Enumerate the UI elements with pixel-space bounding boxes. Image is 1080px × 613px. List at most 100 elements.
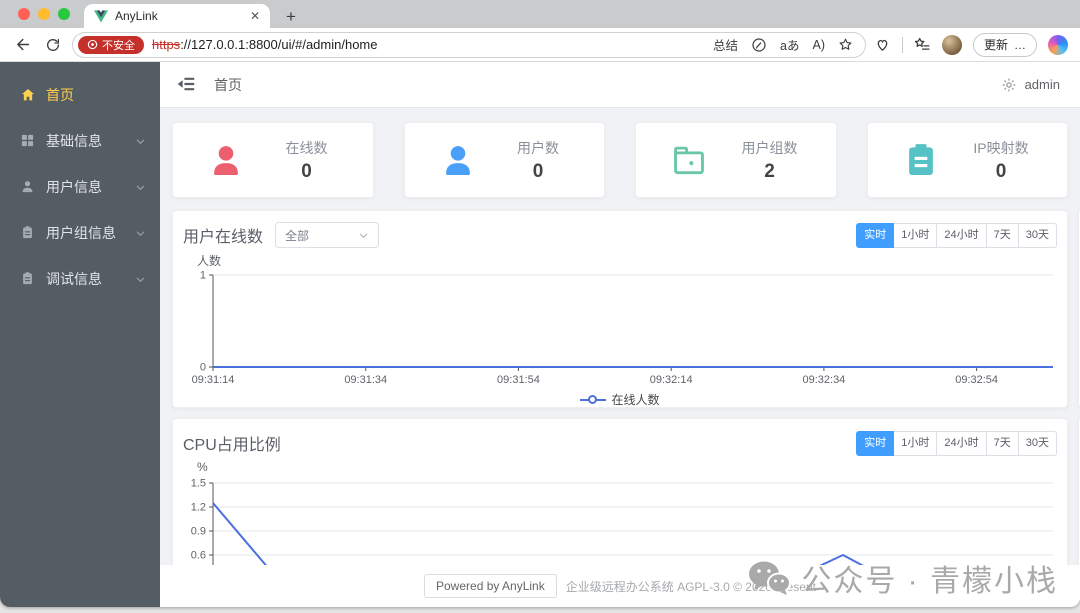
stat-label: IP映射数: [973, 139, 1029, 156]
time-button-30天[interactable]: 30天: [1018, 430, 1057, 456]
chart-legend: 在线人数: [183, 391, 1057, 408]
charts-row-1: 用户在线数 全部 实时 1小时 24小时 7天 30天 人数 0 1 09:31:14 09:31:3…: [172, 210, 1080, 408]
summarize-button[interactable]: 总结: [713, 35, 738, 54]
sidebar-item-label: 用户组信息: [46, 225, 116, 241]
username: admin: [1024, 77, 1060, 92]
stat-label: 用户数: [517, 139, 559, 156]
wechat-icon: [747, 560, 792, 596]
url-text: https://127.0.0.1:8800/ui/#/admin/home: [152, 37, 378, 52]
tab-title: AnyLink: [115, 9, 158, 23]
profile-avatar[interactable]: [941, 34, 962, 55]
time-button-24小时[interactable]: 24小时: [937, 222, 987, 248]
sidebar: 首页 基础信息用户信息用户组信息调试信息: [0, 62, 160, 607]
stat-card-2: 用户组数 2: [635, 122, 837, 198]
svg-text:09:32:14: 09:32:14: [650, 374, 693, 386]
users-online-chart: 0 1 09:31:14 09:31:34 09:31:54 09:32:14 09:32:…: [192, 270, 1053, 386]
watermark-text: 公众号 · 青檬小栈: [801, 565, 1058, 598]
reload-icon[interactable]: [42, 34, 64, 56]
url-rest: ://127.0.0.1:8800/ui/#/admin/home: [180, 37, 378, 52]
time-button-30天[interactable]: 30天: [1018, 222, 1057, 248]
time-button-7天[interactable]: 7天: [986, 430, 1019, 456]
svg-text:1.5: 1.5: [191, 478, 206, 490]
tab-bar: AnyLink ✕ +: [0, 0, 1080, 28]
stat-value: 0: [995, 160, 1007, 182]
vue-logo-icon: [94, 9, 108, 23]
sidebar-item-4[interactable]: 调试信息: [0, 256, 160, 302]
stat-cards-row: 在线数 0 用户数 0 用户组数 2 IP映射数 0: [172, 122, 1068, 198]
favorites-bar-icon[interactable]: [914, 36, 931, 53]
chart-title: 用户在线数: [183, 229, 264, 246]
translate-icon[interactable]: aあ: [780, 35, 799, 54]
svg-text:0.6: 0.6: [191, 550, 206, 562]
stat-value: 2: [764, 160, 775, 182]
anylink-app: 首页 基础信息 用户信息 用户组信息 调试信息 首页 admin 在线数 0 用户数 0 用户组…: [0, 62, 1080, 607]
compose-icon[interactable]: [751, 37, 767, 53]
legend-label[interactable]: 在线人数: [611, 391, 659, 408]
time-button-实时[interactable]: 实时: [856, 430, 895, 456]
stat-card-3: IP映射数 0: [866, 122, 1068, 198]
tab-close-icon[interactable]: ✕: [250, 9, 260, 23]
clipboard-icon: [20, 271, 36, 287]
browser-essentials-icon[interactable]: [874, 36, 891, 53]
zoom-window-button[interactable]: [58, 8, 70, 20]
dashboard-content: 在线数 0 用户数 0 用户组数 2 IP映射数 0 用户在线数 全部 实时 1小时 24小时 7天 30…: [160, 108, 1080, 607]
sidebar-item-3[interactable]: 用户组信息: [0, 210, 160, 256]
time-range-buttons: 实时 1小时 24小时 7天 30天: [856, 222, 1057, 248]
time-button-1小时[interactable]: 1小时: [894, 430, 938, 456]
sidebar-item-0[interactable]: 首页: [0, 72, 160, 118]
legend-marker: [580, 394, 607, 406]
url-scheme: https: [152, 37, 181, 52]
stat-card-0: 在线数 0: [172, 122, 374, 198]
svg-text:0: 0: [200, 362, 206, 374]
update-button[interactable]: 更新 …: [972, 32, 1037, 57]
cpu-header: CPU占用比例 实时 1小时 24小时 7天 30天: [183, 429, 1057, 457]
breadcrumb[interactable]: 首页: [214, 75, 242, 95]
time-button-24小时[interactable]: 24小时: [937, 430, 987, 456]
favorite-star-icon[interactable]: [838, 37, 853, 52]
time-button-1小时[interactable]: 1小时: [894, 222, 938, 248]
stat-value: 0: [532, 160, 544, 182]
svg-text:1.2: 1.2: [191, 502, 206, 514]
toolbar-divider: [901, 36, 903, 53]
copilot-icon[interactable]: [1048, 34, 1068, 55]
new-tab-button[interactable]: +: [286, 8, 296, 25]
users-online-header: 用户在线数 全部 实时 1小时 24小时 7天 30天: [183, 221, 1057, 249]
grid-icon: [20, 133, 36, 149]
stat-card-1: 用户数 0: [403, 122, 605, 198]
read-aloud-icon[interactable]: A): [812, 38, 825, 52]
home-icon: [20, 87, 36, 103]
powered-by-link[interactable]: Powered by AnyLink: [424, 574, 557, 598]
y-axis-unit: %: [197, 460, 208, 474]
chevron-down-icon: [135, 228, 146, 239]
more-icon: …: [1014, 37, 1026, 52]
address-bar: 不安全 https://127.0.0.1:8800/ui/#/admin/ho…: [0, 28, 1080, 62]
folder-icon: [670, 141, 708, 179]
chevron-down-icon: [358, 230, 369, 241]
time-range-buttons: 实时 1小时 24小时 7天 30天: [856, 430, 1057, 456]
sidebar-item-label: 用户信息: [46, 179, 102, 195]
browser-tab[interactable]: AnyLink ✕: [84, 4, 270, 28]
browser-toolbar-right: 更新 …: [874, 32, 1068, 57]
not-secure-badge[interactable]: 不安全: [78, 35, 144, 54]
collapse-menu-icon[interactable]: [176, 74, 198, 96]
user-menu[interactable]: admin: [1001, 77, 1060, 93]
not-secure-label: 不安全: [102, 39, 135, 52]
svg-text:09:31:54: 09:31:54: [497, 374, 540, 386]
svg-text:09:32:34: 09:32:34: [802, 374, 845, 386]
url-field[interactable]: 不安全 https://127.0.0.1:8800/ui/#/admin/ho…: [72, 31, 866, 58]
sidebar-item-2[interactable]: 用户信息: [0, 164, 160, 210]
stat-label: 在线数: [285, 139, 328, 156]
svg-text:09:31:34: 09:31:34: [344, 374, 387, 386]
browser-window: AnyLink ✕ + 不安全 https://127.0.0.1:8800/u…: [0, 0, 1080, 607]
back-icon[interactable]: [12, 34, 34, 56]
minimize-window-button[interactable]: [38, 8, 50, 20]
time-button-7天[interactable]: 7天: [986, 222, 1019, 248]
chart-title: CPU占用比例: [183, 437, 281, 454]
person-icon: [207, 141, 245, 179]
sidebar-item-1[interactable]: 基础信息: [0, 118, 160, 164]
stat-value: 0: [301, 160, 312, 182]
time-button-实时[interactable]: 实时: [856, 222, 895, 248]
update-label: 更新: [983, 38, 1008, 52]
close-window-button[interactable]: [18, 8, 30, 20]
range-select[interactable]: 全部: [275, 222, 380, 248]
